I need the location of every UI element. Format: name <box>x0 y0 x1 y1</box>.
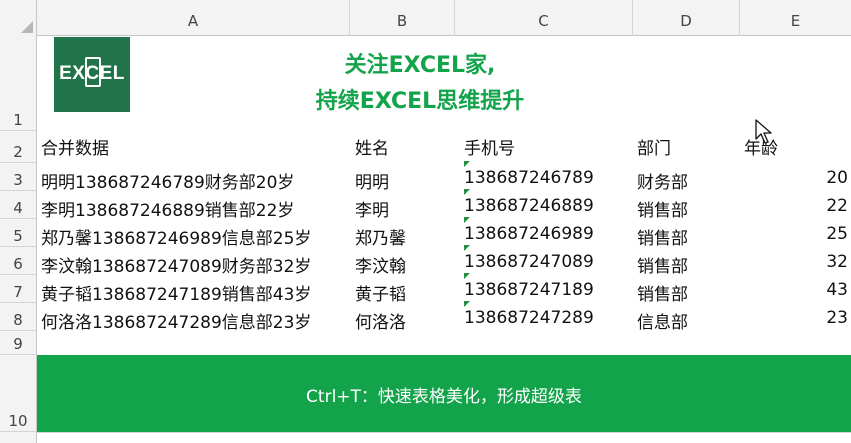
cell-name[interactable]: 何洛洛 <box>355 308 406 333</box>
header-dept[interactable]: 部门 <box>637 134 671 159</box>
cell-phone[interactable]: 138687246989 <box>464 217 594 244</box>
cell-name[interactable]: 李汶翰 <box>355 252 406 277</box>
cell-merged[interactable]: 李明138687246889销售部22岁 <box>41 196 294 221</box>
row-11-strip <box>37 432 851 443</box>
row-header-4[interactable]: 4 <box>0 191 37 219</box>
header-phone[interactable]: 手机号 <box>464 134 515 159</box>
row-header-9[interactable]: 9 <box>0 331 37 355</box>
tip-banner: Ctrl+T：快速表格美化，形成超级表 <box>37 355 851 432</box>
cell-dept[interactable]: 销售部 <box>637 280 688 305</box>
tip-banner-text: Ctrl+T：快速表格美化，形成超级表 <box>306 387 582 407</box>
cell-name[interactable]: 明明 <box>355 168 389 193</box>
cell-merged[interactable]: 何洛洛138687247289信息部23岁 <box>41 308 311 333</box>
cell-age[interactable]: 43 <box>800 280 848 300</box>
row-header-8[interactable]: 8 <box>0 303 37 331</box>
cell-merged[interactable]: 明明138687246789财务部20岁 <box>41 168 294 193</box>
column-header-c[interactable]: C <box>455 0 633 36</box>
cell-dept[interactable]: 信息部 <box>637 308 688 333</box>
cell-dept[interactable]: 销售部 <box>637 196 688 221</box>
header-merged-data[interactable]: 合并数据 <box>41 134 109 159</box>
cell-dept[interactable]: 销售部 <box>637 252 688 277</box>
cell-name[interactable]: 郑乃馨 <box>355 224 406 249</box>
spreadsheet: A B C D E 1 2 3 4 5 6 7 8 9 10 EXCEL 关注E… <box>0 0 851 443</box>
cell-phone[interactable]: 138687246789 <box>464 161 594 188</box>
logo-text: EXCEL <box>59 63 125 84</box>
cell-age[interactable]: 20 <box>800 168 848 188</box>
mouse-cursor-icon <box>755 119 772 144</box>
title-line-1: 关注EXCEL家, <box>344 53 496 78</box>
row-header-1[interactable]: 1 <box>0 36 37 131</box>
cell-age[interactable]: 32 <box>800 252 848 272</box>
row-header-6[interactable]: 6 <box>0 247 37 275</box>
cell-merged[interactable]: 郑乃馨138687246989信息部25岁 <box>41 224 311 249</box>
cell-age[interactable]: 23 <box>800 308 848 328</box>
cell-phone[interactable]: 138687247089 <box>464 245 594 272</box>
column-header-d[interactable]: D <box>633 0 740 36</box>
column-header-b[interactable]: B <box>350 0 455 36</box>
cell-phone[interactable]: 138687247289 <box>464 301 594 328</box>
row-header-3[interactable]: 3 <box>0 163 37 191</box>
column-header-e[interactable]: E <box>740 0 851 36</box>
cell-phone[interactable]: 138687246889 <box>464 189 594 216</box>
cell-phone[interactable]: 138687247189 <box>464 273 594 300</box>
row-header-11[interactable] <box>0 432 37 443</box>
excel-logo: EXCEL <box>54 37 130 112</box>
column-header-bar: A B C D E <box>0 0 851 36</box>
row-header-10[interactable]: 10 <box>0 355 37 432</box>
row-header-5[interactable]: 5 <box>0 219 37 247</box>
cell-age[interactable]: 22 <box>800 196 848 216</box>
cell-age[interactable]: 25 <box>800 224 848 244</box>
header-name[interactable]: 姓名 <box>355 134 389 159</box>
title-line-2: 持续EXCEL思维提升 <box>315 89 525 114</box>
select-all-corner[interactable] <box>0 0 37 36</box>
cell-merged[interactable]: 李汶翰138687247089财务部32岁 <box>41 252 311 277</box>
row-header-7[interactable]: 7 <box>0 275 37 303</box>
cell-dept[interactable]: 销售部 <box>637 224 688 249</box>
column-header-a[interactable]: A <box>37 0 350 36</box>
cell-name[interactable]: 李明 <box>355 196 389 221</box>
row-header-2[interactable]: 2 <box>0 131 37 163</box>
cell-name[interactable]: 黄子韬 <box>355 280 406 305</box>
cell-merged[interactable]: 黄子韬138687247189销售部43岁 <box>41 280 311 305</box>
cell-dept[interactable]: 财务部 <box>637 168 688 193</box>
